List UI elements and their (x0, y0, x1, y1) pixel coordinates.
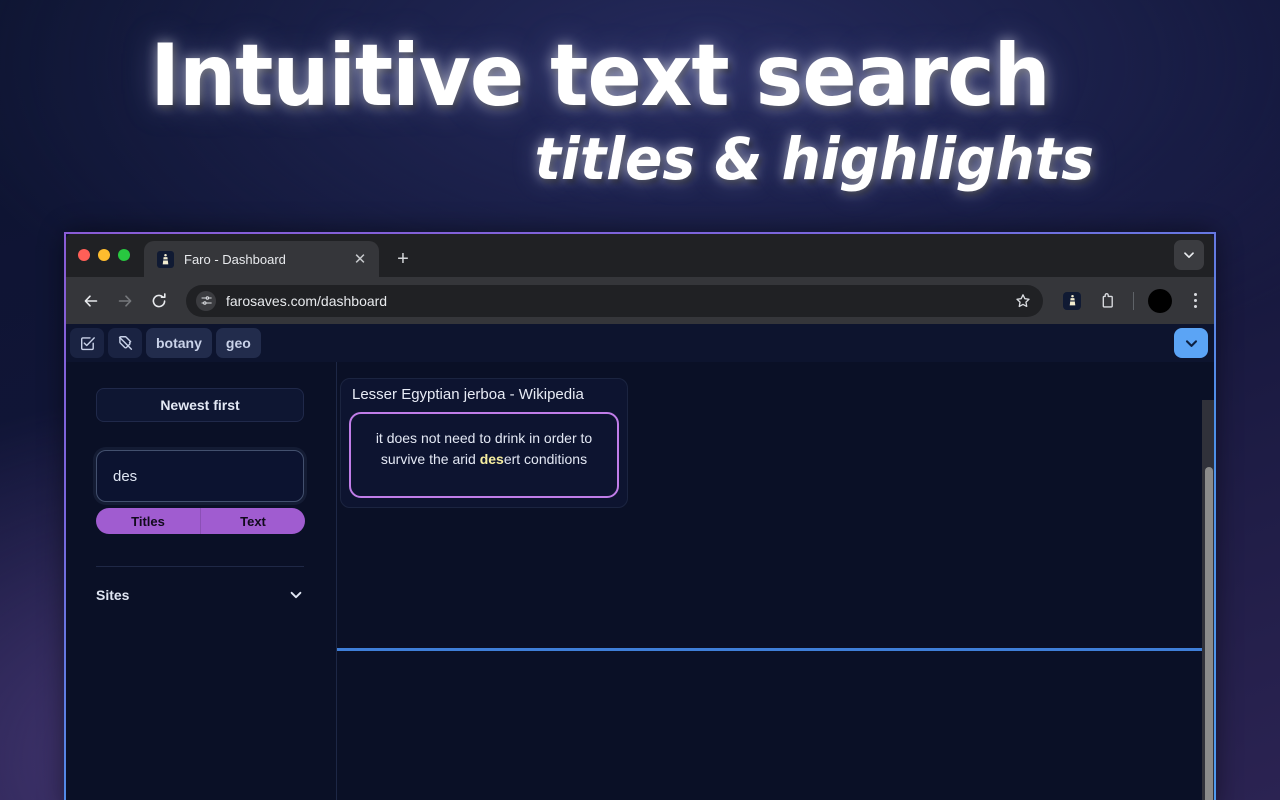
page-scrollbar-thumb[interactable] (1205, 467, 1213, 800)
faro-dashboard-page: botany geo Newest first des Titles Text (64, 324, 1216, 800)
faro-lighthouse-icon (157, 250, 174, 268)
sites-filter-section[interactable]: Sites (96, 567, 304, 623)
scope-toggle-titles[interactable]: Titles (96, 508, 201, 534)
reload-button[interactable] (144, 286, 174, 316)
tag-chip-geo[interactable]: geo (215, 328, 261, 358)
snippet-highlight: des (479, 451, 504, 467)
omnibox[interactable]: farosaves.com/dashboard (186, 284, 1043, 317)
page-scrollbar[interactable] (1202, 400, 1216, 800)
search-scope-toggle: Titles Text (96, 508, 305, 534)
browser-tab[interactable]: Faro - Dashboard ✕ (144, 241, 379, 277)
dashboard-toolbar: botany geo (64, 324, 1216, 362)
result-title: Lesser Egyptian jerboa - Wikipedia (352, 386, 584, 403)
close-window-button[interactable] (78, 248, 90, 261)
browser-window: Faro - Dashboard ✕ + farosaves.com/dashb… (64, 232, 1216, 800)
forward-button[interactable] (110, 286, 140, 316)
browser-url-bar: farosaves.com/dashboard (64, 277, 1216, 324)
tag-chip-botany[interactable]: botany (146, 328, 212, 358)
result-card[interactable]: Lesser Egyptian jerboa - Wikipedia it do… (340, 378, 628, 508)
back-button[interactable] (76, 286, 106, 316)
tab-search-chevron-down-icon[interactable] (1174, 239, 1204, 270)
results-section-divider (337, 648, 1216, 651)
browser-tab-title: Faro - Dashboard (184, 251, 286, 267)
search-input[interactable]: des (96, 450, 304, 502)
dashboard-sidebar: Newest first des Titles Text Sites (64, 362, 337, 800)
url-text: farosaves.com/dashboard (226, 292, 388, 309)
select-all-checkbox-icon[interactable] (70, 328, 104, 358)
promo-headline: Intuitive text search (150, 26, 1050, 126)
sites-filter-label: Sites (96, 587, 130, 603)
browser-tabstrip: Faro - Dashboard ✕ + (64, 232, 1216, 277)
toolbar-divider (1133, 291, 1134, 310)
browser-menu-kebab-icon[interactable] (1184, 293, 1206, 308)
maximize-window-button[interactable] (118, 248, 130, 261)
faro-extension-icon[interactable] (1059, 288, 1085, 314)
promo-banner: Intuitive text search titles & highlight… (0, 0, 1200, 188)
results-column: Lesser Egyptian jerboa - Wikipedia it do… (337, 362, 1216, 800)
new-tab-button[interactable]: + (389, 245, 417, 273)
sites-chevron-down-icon[interactable] (288, 587, 304, 603)
sort-order-button[interactable]: Newest first (96, 388, 304, 422)
tabstrip-right-controls (1174, 232, 1216, 277)
remove-tag-slash-icon[interactable] (108, 328, 142, 358)
result-snippet: it does not need to drink in order to su… (349, 412, 619, 498)
minimize-window-button[interactable] (98, 248, 110, 261)
bookmark-star-icon[interactable] (1011, 289, 1035, 313)
extensions-puzzle-icon[interactable] (1095, 288, 1121, 314)
window-traffic-lights (78, 232, 144, 277)
scope-toggle-text[interactable]: Text (201, 508, 305, 534)
snippet-suffix: ert conditions (503, 451, 588, 467)
profile-avatar[interactable] (1148, 288, 1172, 313)
dashboard-body: Newest first des Titles Text Sites Lesse… (64, 362, 1216, 800)
search-input-value: des (113, 467, 138, 485)
promo-subheadline: titles & highlights (534, 125, 1094, 194)
collapse-panel-chevron-down-icon[interactable] (1174, 328, 1208, 358)
site-settings-tune-icon[interactable] (196, 290, 216, 311)
close-tab-button[interactable]: ✕ (351, 250, 369, 268)
